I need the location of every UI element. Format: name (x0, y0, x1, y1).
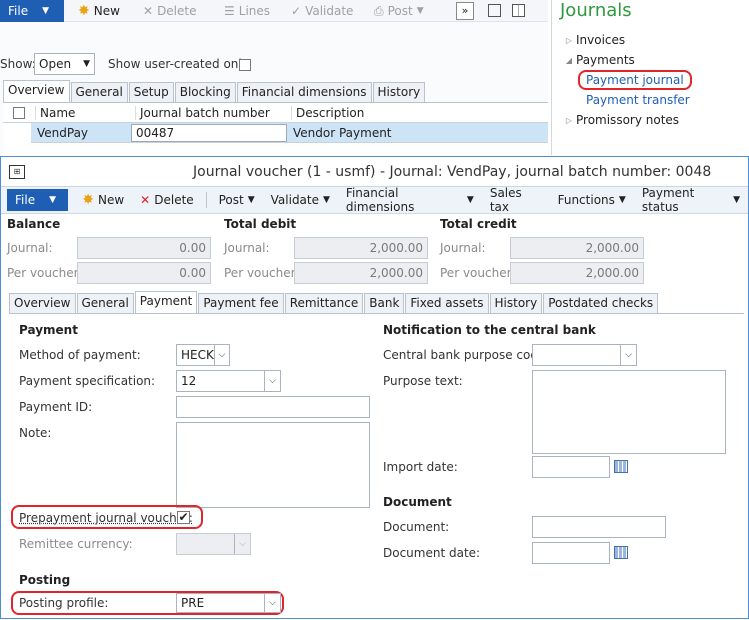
sales-tax-button[interactable]: Sales tax (482, 186, 550, 214)
lines-icon: ☰ (224, 4, 235, 18)
delete-icon: ✕ (140, 193, 151, 207)
method-of-payment-select[interactable]: HECK ⌵ (176, 344, 230, 366)
tab-general[interactable]: General (76, 293, 134, 313)
title-bar: ⊞ Journal voucher (1 - usmf) - Journal: … (1, 157, 748, 187)
back-toolbar: File ▼ ✸ New ✕ Delete ☰ Lines ✓ Validate ⎙ Pos… (0, 0, 548, 22)
overflow-button[interactable]: » (456, 2, 474, 20)
chevron-down-icon: ▼ (42, 6, 50, 16)
chevron-down-icon: ⌵ (264, 594, 280, 612)
tab-overview[interactable]: Overview (9, 293, 76, 313)
back-tab-general[interactable]: General (70, 82, 128, 102)
credit-per-voucher-field: 2,000.00 (510, 262, 644, 284)
back-tab-overview[interactable]: Overview (3, 80, 70, 102)
new-button[interactable]: ✸ New (74, 189, 132, 211)
posting-profile-select[interactable]: PRE ⌵ (176, 593, 281, 613)
tab-bank[interactable]: Bank (364, 293, 405, 313)
balance-area: Balance Journal: 0.00 Per voucher: 0.00 … (7, 217, 747, 292)
journal-grid: Name Journal batch number Description Ve… (3, 102, 548, 156)
tab-payment[interactable]: Payment (134, 291, 198, 313)
payment-tab-panel: Payment Method of payment: HECK ⌵ Payment… (9, 313, 744, 620)
debit-journal-field: 2,000.00 (294, 237, 428, 259)
chevron-down-icon: ⌵ (213, 345, 229, 365)
back-file-button[interactable]: File ▼ (0, 0, 64, 22)
show-select[interactable]: Open ▼ (34, 53, 95, 75)
back-delete-button[interactable]: ✕ Delete (135, 0, 205, 22)
tab-history[interactable]: History (489, 293, 543, 313)
financial-dimensions-button[interactable]: Financial dimensions ▼ (338, 186, 482, 214)
delete-button[interactable]: ✕ Delete (132, 189, 202, 211)
back-post-button[interactable]: ⎙ Post ▼ (366, 0, 432, 22)
back-tabs: Overview General Setup Blocking Financia… (3, 80, 426, 102)
chevron-down-icon: ⌵ (234, 534, 250, 554)
delete-icon: ✕ (143, 4, 154, 18)
post-icon: ⎙ (374, 3, 384, 18)
split-view-icon[interactable] (512, 4, 525, 17)
expand-icon: ▷ (565, 35, 573, 45)
table-row[interactable]: VendPay 00487 Vendor Payment (31, 123, 548, 143)
check-icon: ✓ (291, 4, 302, 18)
user-created-checkbox[interactable] (239, 59, 251, 71)
voucher-tabs: Overview General Payment Payment fee Rem… (9, 291, 659, 313)
journals-title: Journals (560, 0, 632, 21)
validate-button[interactable]: Validate ▼ (263, 189, 338, 211)
col-description[interactable]: Description (291, 105, 364, 120)
balance-journal-field: 0.00 (77, 237, 211, 259)
payment-journal-link[interactable]: Payment journal (578, 70, 692, 90)
tree-item-payments[interactable]: ◢ Payments (562, 50, 749, 70)
collapse-icon: ◢ (565, 55, 573, 65)
restore-icon[interactable] (488, 4, 501, 17)
balance-per-voucher-field: 0.00 (77, 262, 211, 284)
tab-fixed-assets[interactable]: Fixed assets (405, 293, 489, 313)
col-name[interactable]: Name (35, 105, 135, 120)
import-date-field[interactable] (532, 456, 610, 478)
payment-status-button[interactable]: Payment status ▼ (634, 186, 748, 214)
new-icon: ✸ (82, 192, 94, 208)
payment-id-field[interactable] (176, 396, 370, 418)
grid-header: Name Journal batch number Description (3, 103, 548, 123)
functions-button[interactable]: Functions ▼ (550, 189, 634, 211)
tab-payment-fee[interactable]: Payment fee (198, 293, 284, 313)
purpose-code-select[interactable]: ⌵ (532, 344, 637, 366)
journal-voucher-window: ⊞ Journal voucher (1 - usmf) - Journal: … (0, 156, 749, 619)
tab-remittance[interactable]: Remittance (284, 293, 364, 313)
prepayment-checkbox[interactable]: ✔ (177, 511, 190, 524)
select-all-checkbox[interactable] (13, 106, 25, 119)
back-lines-button[interactable]: ☰ Lines (216, 0, 278, 22)
expand-icon: ▷ (565, 115, 573, 125)
col-batch[interactable]: Journal batch number (135, 105, 291, 120)
back-tab-blocking[interactable]: Blocking (174, 82, 236, 102)
note-field[interactable] (176, 422, 370, 508)
calendar-icon[interactable] (614, 546, 628, 559)
back-tab-history[interactable]: History (372, 82, 426, 102)
chevron-down-icon: ▼ (83, 59, 90, 69)
front-toolbar: File ▼ ✸ New ✕ Delete Post ▼ Validate ▼ Finan… (1, 186, 748, 214)
payment-specification-select[interactable]: 12 ⌵ (176, 370, 281, 392)
back-content: Show: Open ▼ Show user-created only: Over… (0, 22, 548, 156)
chevron-down-icon: ⌵ (620, 345, 636, 365)
document-date-field[interactable] (532, 542, 610, 564)
back-validate-button[interactable]: ✓ Validate (283, 0, 361, 22)
chevron-down-icon: ⌵ (264, 371, 280, 391)
remittee-currency-select: ⌵ (176, 533, 251, 555)
tab-postdated-checks[interactable]: Postdated checks (543, 293, 659, 313)
file-button[interactable]: File ▼ (7, 189, 69, 211)
debit-per-voucher-field: 2,000.00 (294, 262, 428, 284)
back-new-button[interactable]: ✸ New (70, 0, 128, 22)
purpose-text-field[interactable] (532, 370, 726, 454)
back-tab-setup[interactable]: Setup (128, 82, 174, 102)
post-button[interactable]: Post ▼ (211, 189, 263, 211)
payment-transfer-link[interactable]: Payment transfer (562, 90, 749, 110)
new-icon: ✸ (78, 3, 90, 19)
calendar-icon[interactable] (614, 460, 628, 473)
back-tab-financial-dimensions[interactable]: Financial dimensions (236, 82, 372, 102)
tree-item-invoices[interactable]: ▷ Invoices (562, 30, 749, 50)
document-field[interactable] (532, 516, 666, 538)
app-icon: ⊞ (9, 164, 25, 179)
window-title: Journal voucher (1 - usmf) - Journal: Ve… (193, 163, 712, 180)
credit-journal-field: 2,000.00 (510, 237, 644, 259)
journals-pane: Journals ▷ Invoices ◢ Payments Payment jou… (551, 0, 749, 155)
tree-item-promissory-notes[interactable]: ▷ Promissory notes (562, 110, 749, 130)
